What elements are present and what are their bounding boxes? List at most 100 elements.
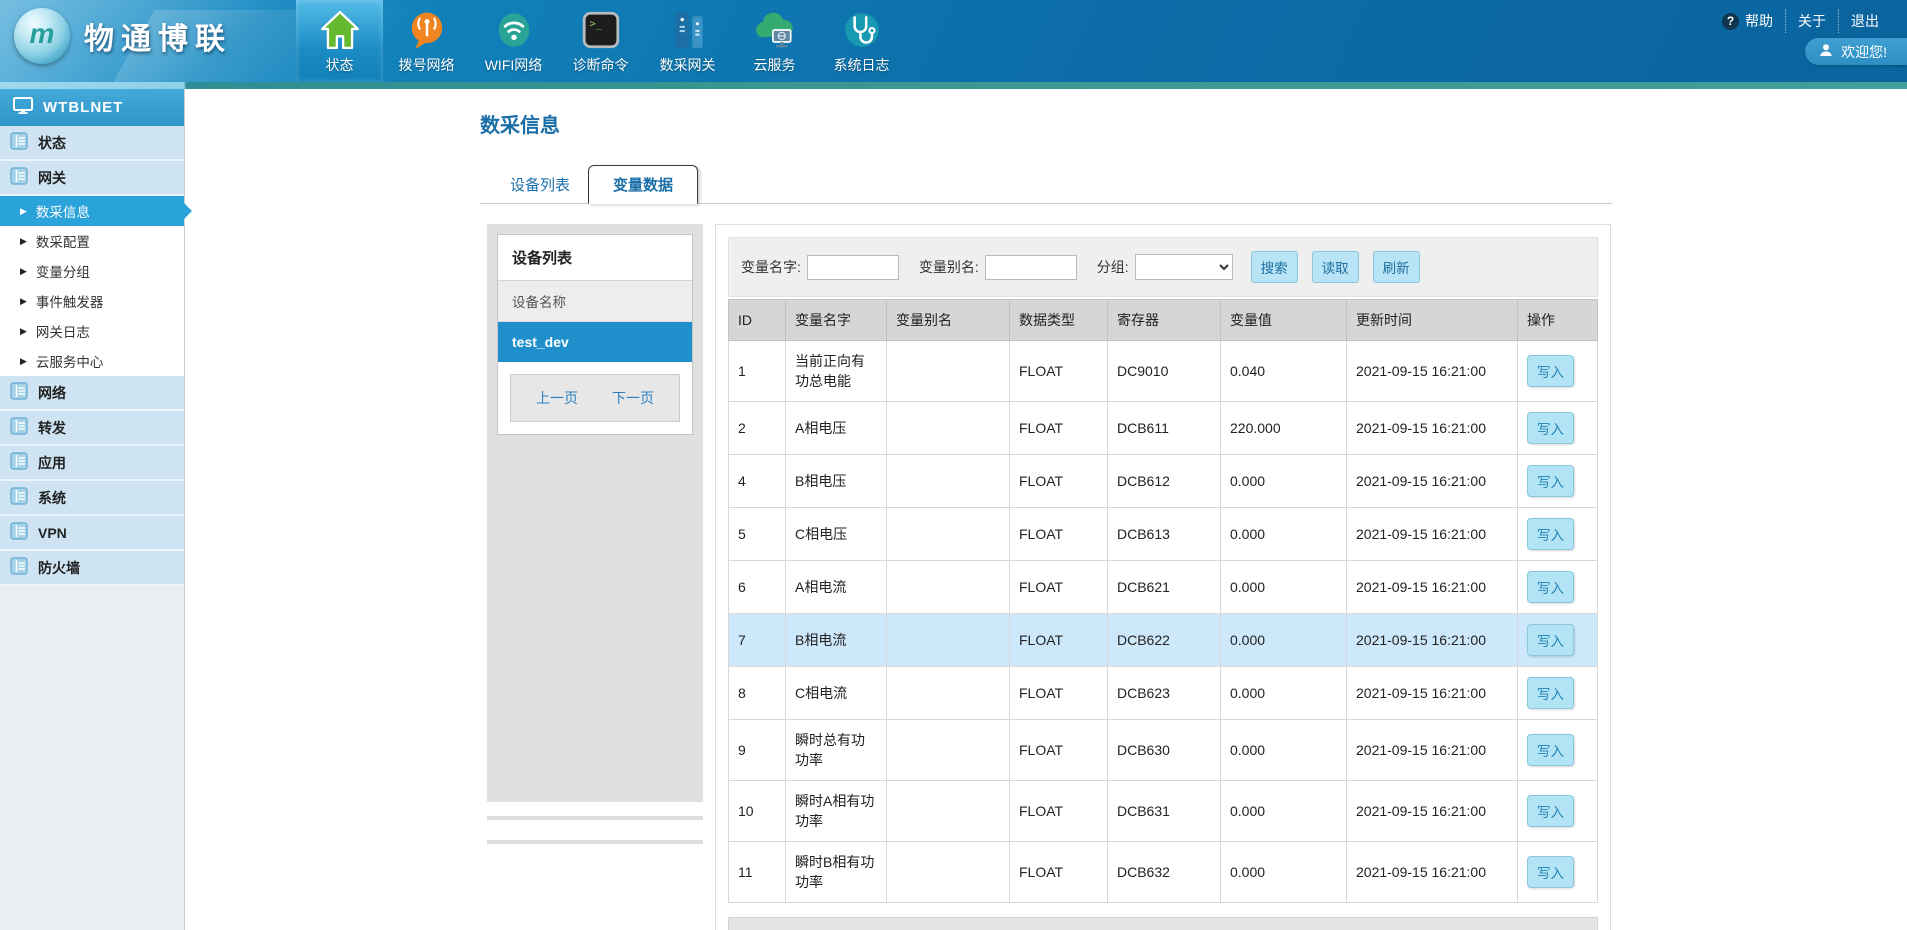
- topbar-link-logout[interactable]: 退出: [1838, 9, 1891, 33]
- nav-item-cloud-service[interactable]: 云服务: [731, 0, 818, 82]
- sidebar-item-gateway-log[interactable]: ▶网关日志: [0, 316, 184, 346]
- table-row: 1当前正向有功总电能FLOATDC90100.0402021-09-15 16:…: [729, 341, 1598, 402]
- sidebar-item-gateway[interactable]: 网关: [0, 161, 184, 196]
- cell-id: 4: [729, 455, 786, 508]
- write-button[interactable]: 写入: [1527, 856, 1574, 888]
- tabs: 设备列表变量数据: [480, 168, 1612, 204]
- write-button[interactable]: 写入: [1527, 624, 1574, 656]
- svg-text:>_: >_: [589, 18, 602, 30]
- write-button[interactable]: 写入: [1527, 795, 1574, 827]
- cell-name: C相电压: [786, 508, 887, 561]
- nav-item-system-log[interactable]: 系统日志: [818, 0, 905, 82]
- tab-device-list[interactable]: 设备列表: [492, 166, 588, 203]
- column-header: 数据类型: [1010, 300, 1108, 341]
- cell-action: 写入: [1518, 720, 1598, 781]
- cell-updated: 2021-09-15 16:21:00: [1347, 842, 1518, 903]
- cell-id: 9: [729, 720, 786, 781]
- cell-type: FLOAT: [1010, 720, 1108, 781]
- sidebar-item-label: 云服务中心: [36, 351, 104, 371]
- write-button[interactable]: 写入: [1527, 677, 1574, 709]
- variable-name-input[interactable]: [807, 255, 899, 280]
- nav-item-daq-gateway[interactable]: 数采网关: [644, 0, 731, 82]
- nav-item-label: 系统日志: [834, 55, 890, 75]
- nav-item-dialup-network[interactable]: 拨号网络: [383, 0, 470, 82]
- accent-strip: [0, 82, 1907, 89]
- cell-value: 220.000: [1221, 402, 1347, 455]
- refresh-button[interactable]: 刷新: [1373, 251, 1420, 283]
- sidebar-item-firewall[interactable]: 防火墙: [0, 551, 184, 586]
- cell-type: FLOAT: [1010, 402, 1108, 455]
- sidebar-item-variable-group[interactable]: ▶ 变量分组: [0, 256, 184, 286]
- sidebar-item-application[interactable]: 应用: [0, 446, 184, 481]
- topbar-link-label: 退出: [1851, 11, 1879, 31]
- page-title: 数采信息: [480, 89, 1612, 138]
- cell-alias: [887, 842, 1010, 903]
- sidebar-item-status[interactable]: 状态: [0, 126, 184, 161]
- cell-action: 写入: [1518, 341, 1598, 402]
- write-button[interactable]: 写入: [1527, 465, 1574, 497]
- topbar-link-help[interactable]: ?帮助: [1710, 9, 1785, 33]
- grid-icon: [10, 522, 28, 543]
- cell-name: A相电流: [786, 561, 887, 614]
- device-list-item[interactable]: test_dev: [498, 322, 692, 362]
- cell-action: 写入: [1518, 614, 1598, 667]
- write-button[interactable]: 写入: [1527, 518, 1574, 550]
- device-prev-page-link[interactable]: 上一页: [536, 388, 578, 408]
- sidebar-item-forward[interactable]: 转发: [0, 411, 184, 446]
- cell-type: FLOAT: [1010, 455, 1108, 508]
- nav-item-diagnose-command[interactable]: >_诊断命令: [557, 0, 644, 82]
- sidebar-item-daq-config[interactable]: ▶数采配置: [0, 226, 184, 256]
- cloud-icon: [752, 7, 798, 53]
- tab-variable-data[interactable]: 变量数据: [588, 165, 698, 204]
- write-button[interactable]: 写入: [1527, 734, 1574, 766]
- read-button[interactable]: 读取: [1312, 251, 1359, 283]
- table-row: 10瞬时A相有功功率FLOATDCB6310.0002021-09-15 16:…: [729, 781, 1598, 842]
- cell-action: 写入: [1518, 455, 1598, 508]
- cell-alias: [887, 508, 1010, 561]
- topbar-link-about[interactable]: 关于: [1785, 9, 1838, 33]
- divider-bar: [487, 840, 703, 844]
- sidebar-item-cloud-center[interactable]: ▶云服务中心: [0, 346, 184, 376]
- main-content: 数采信息 设备列表变量数据 设备列表 设备名称 test_dev 上一页 下一页: [186, 89, 1907, 930]
- sidebar-item-vpn[interactable]: VPN: [0, 516, 184, 551]
- write-button[interactable]: 写入: [1527, 355, 1574, 387]
- sidebar-item-event-trigger[interactable]: ▶事件触发器: [0, 286, 184, 316]
- welcome-text: 欢迎您!: [1841, 42, 1887, 62]
- cell-name: 当前正向有功总电能: [786, 341, 887, 402]
- cell-type: FLOAT: [1010, 341, 1108, 402]
- topbar-link-label: 关于: [1798, 11, 1826, 31]
- nav-item-status[interactable]: 状态: [296, 0, 383, 82]
- device-next-page-link[interactable]: 下一页: [612, 388, 654, 408]
- user-icon: [1819, 43, 1833, 60]
- sidebar-item-label: 变量分组: [36, 261, 90, 281]
- cell-register: DCB623: [1108, 667, 1221, 720]
- nav-item-wifi-network[interactable]: WIFI网络: [470, 0, 557, 82]
- group-select[interactable]: [1135, 254, 1233, 280]
- cell-value: 0.000: [1221, 842, 1347, 903]
- sidebar-item-daq-info[interactable]: ▶数采信息: [0, 196, 184, 226]
- arrow-right-icon: ▶: [20, 207, 27, 216]
- sidebar-item-network[interactable]: 网络: [0, 376, 184, 411]
- write-button[interactable]: 写入: [1527, 412, 1574, 444]
- cell-register: DCB631: [1108, 781, 1221, 842]
- sidebar-item-label: 数采配置: [36, 231, 90, 251]
- device-pager: 上一页 下一页: [510, 374, 680, 422]
- grid-icon: [10, 132, 28, 153]
- search-button[interactable]: 搜索: [1251, 251, 1298, 283]
- column-header: 变量名字: [786, 300, 887, 341]
- cell-name: A相电压: [786, 402, 887, 455]
- sidebar-item-label: 网关日志: [36, 321, 90, 341]
- welcome-badge[interactable]: 欢迎您!: [1805, 38, 1907, 65]
- table-row: 9瞬时总有功功率FLOATDCB6300.0002021-09-15 16:21…: [729, 720, 1598, 781]
- table-row: 6A相电流FLOATDCB6210.0002021-09-15 16:21:00…: [729, 561, 1598, 614]
- cell-updated: 2021-09-15 16:21:00: [1347, 402, 1518, 455]
- sidebar-item-system[interactable]: 系统: [0, 481, 184, 516]
- arrow-right-icon: ▶: [20, 267, 27, 276]
- brand-name: 物通博联: [84, 14, 232, 58]
- variable-alias-input[interactable]: [985, 255, 1077, 280]
- grid-icon: [10, 417, 28, 438]
- write-button[interactable]: 写入: [1527, 571, 1574, 603]
- device-card: 设备列表 设备名称 test_dev 上一页 下一页: [497, 234, 693, 435]
- cell-value: 0.040: [1221, 341, 1347, 402]
- top-header: m 物通博联 状态拨号网络WIFI网络>_诊断命令数采网关云服务系统日志 ?帮助…: [0, 0, 1907, 82]
